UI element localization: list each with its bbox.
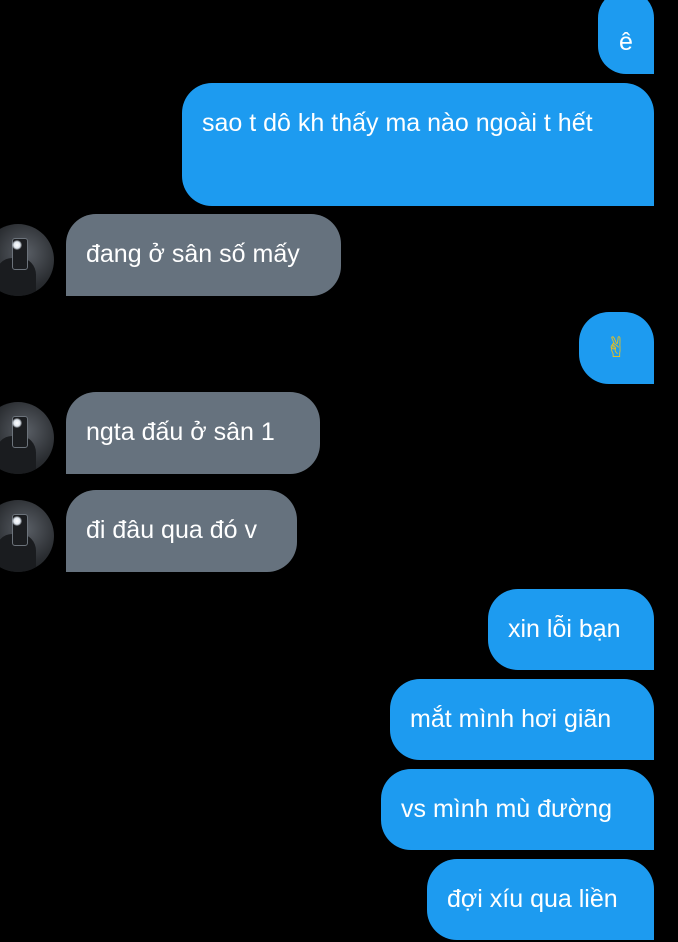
message-text: đang ở sân số mấy: [86, 240, 300, 268]
message-bubble-sent[interactable]: vs mình mù đường: [381, 769, 654, 850]
message-bubble-sent[interactable]: đợi xíu qua liền: [427, 859, 654, 940]
contact-avatar[interactable]: [0, 402, 54, 474]
message-text: mắt mình hơi giãn: [410, 705, 612, 733]
avatar-flash: [12, 418, 22, 428]
avatar-flash: [12, 240, 22, 250]
message-text: sao t dô kh thấy ma nào ngoài t hết: [202, 109, 593, 137]
message-bubble-received[interactable]: đang ở sân số mấy: [66, 214, 341, 296]
message-text: vs mình mù đường: [401, 795, 612, 823]
message-text: đợi xíu qua liền: [447, 885, 618, 913]
contact-avatar[interactable]: [0, 224, 54, 296]
message-bubble-sent[interactable]: ê: [598, 0, 654, 74]
avatar-flash: [12, 516, 22, 526]
message-bubble-received[interactable]: ngta đấu ở sân 1: [66, 392, 320, 474]
victory-hand-emoji: ✌: [604, 331, 629, 364]
message-bubble-sent[interactable]: xin lỗi bạn: [488, 589, 654, 670]
message-text: đi đâu qua đó v: [86, 516, 257, 544]
message-text: ê: [619, 28, 633, 56]
message-bubble-sent[interactable]: ✌: [579, 312, 654, 384]
message-bubble-received[interactable]: đi đâu qua đó v: [66, 490, 297, 572]
message-bubble-sent[interactable]: sao t dô kh thấy ma nào ngoài t hết: [182, 83, 654, 206]
contact-avatar[interactable]: [0, 500, 54, 572]
message-text: ngta đấu ở sân 1: [86, 418, 275, 446]
message-text: xin lỗi bạn: [508, 615, 621, 643]
message-bubble-sent[interactable]: mắt mình hơi giãn: [390, 679, 654, 760]
